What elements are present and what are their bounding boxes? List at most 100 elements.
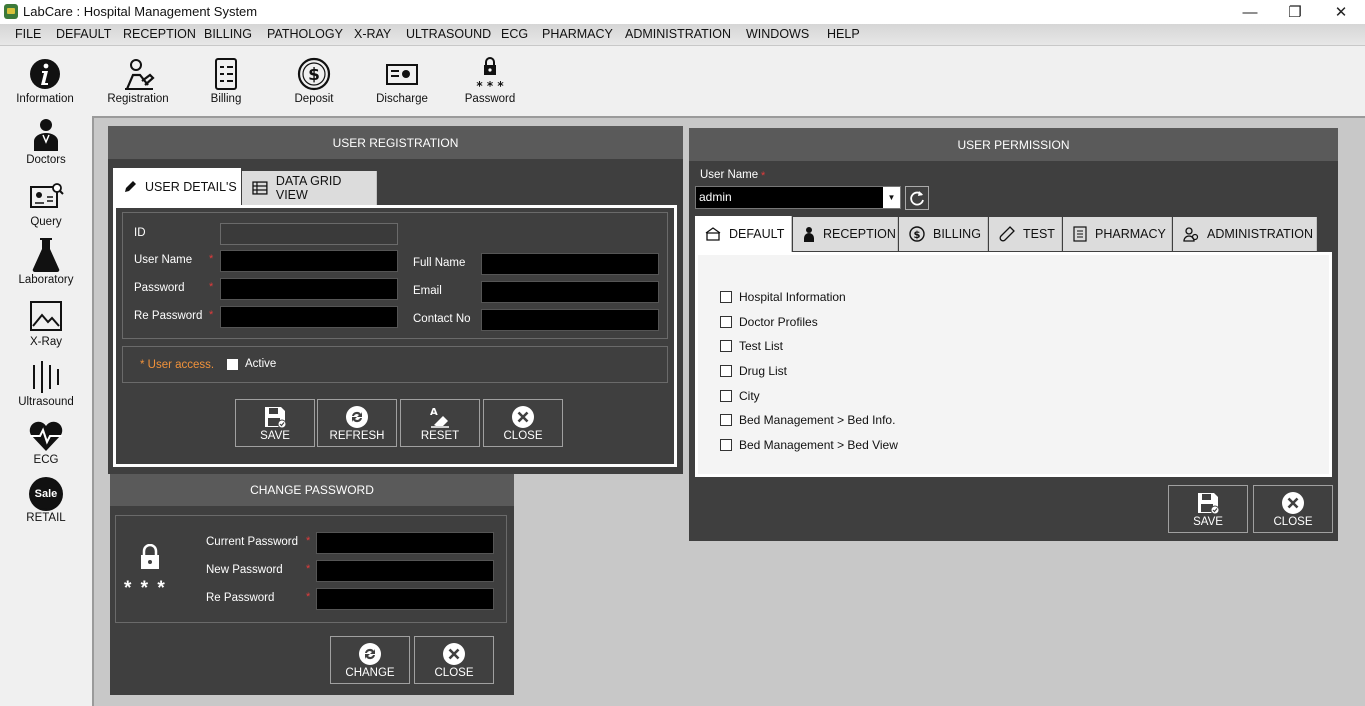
close-button[interactable]: CLOSE [483,399,563,447]
home-icon [705,227,721,241]
password-field[interactable] [220,278,398,300]
toolbar-billing[interactable]: Billing [186,57,266,105]
re-password-confirm-field[interactable] [316,588,494,610]
pencil-icon [125,180,136,192]
tab-reception[interactable]: RECEPTION [793,217,898,251]
toolbar-discharge[interactable]: Discharge [362,57,442,105]
new-password-field[interactable] [316,560,494,582]
permission-item[interactable]: City [720,389,760,403]
menu-file[interactable]: FILE [15,27,41,41]
checkbox[interactable] [720,414,732,426]
billing-icon [215,58,237,90]
chevron-down-icon[interactable]: ▼ [883,187,900,208]
contact-no-label: Contact No [413,313,471,325]
tab-user-details[interactable]: USER DETAIL'S [113,168,241,205]
restore-button[interactable]: ❐ [1272,0,1318,24]
close-button[interactable]: CLOSE [1253,485,1333,533]
toolbar-deposit[interactable]: $ Deposit [274,57,354,105]
checkbox[interactable] [720,439,732,451]
user-details-tab-content: ID User Name * Password * Re Password * … [113,205,677,467]
menu-administration[interactable]: ADMINISTRATION [625,27,731,41]
menu-xray[interactable]: X-RAY [354,27,391,41]
menu-pharmacy[interactable]: PHARMACY [542,27,613,41]
save-button[interactable]: SAVE [1168,485,1248,533]
menu-windows[interactable]: WINDOWS [746,27,809,41]
reload-user-button[interactable] [905,186,929,210]
password-stars: * * * [124,578,167,599]
menu-default[interactable]: DEFAULT [56,27,111,41]
active-checkbox[interactable] [227,359,238,370]
user-name-field[interactable] [220,250,398,272]
app-logo-icon [4,4,18,19]
user-name-select[interactable]: admin ▼ [695,186,901,209]
permission-item[interactable]: Bed Management > Bed Info. [720,413,895,427]
tab-default[interactable]: DEFAULT [695,216,792,252]
admin-users-icon [1183,227,1199,242]
sidebar-item-ecg[interactable]: ECG [0,417,92,466]
toolbar-information[interactable]: Information [5,57,85,105]
checkbox[interactable] [720,291,732,303]
refresh-icon [346,406,368,428]
change-button[interactable]: CHANGE [330,636,410,684]
svg-text:$: $ [308,65,320,85]
permission-item[interactable]: Drug List [720,364,787,378]
change-password-panel: CHANGE PASSWORD * * * Current Password *… [110,474,514,695]
permission-item[interactable]: Hospital Information [720,290,846,304]
full-name-field[interactable] [481,253,659,275]
toolbar-registration[interactable]: Registration [98,57,178,105]
re-password-label: Re Password [206,592,275,604]
sidebar-item-doctors[interactable]: Doctors [0,117,92,166]
information-icon [30,59,60,89]
panel-title: USER PERMISSION [689,128,1338,161]
reset-button[interactable]: A RESET [400,399,480,447]
tab-data-grid-view[interactable]: DATA GRID VIEW [242,171,377,205]
checkbox[interactable] [720,340,732,352]
contact-no-field[interactable] [481,309,659,331]
query-icon [30,183,64,208]
refresh-button[interactable]: REFRESH [317,399,397,447]
xray-image-icon [30,301,62,331]
re-password-field[interactable] [220,306,398,328]
user-name-value: admin [699,190,732,204]
tab-billing[interactable]: $ BILLING [899,217,988,251]
password-lock-icon: * * * [476,57,504,91]
discharge-icon [386,64,418,85]
id-label: ID [134,227,146,239]
ultrasound-icon [33,361,59,393]
new-password-label: New Password [206,564,283,576]
id-field [220,223,398,245]
permission-item[interactable]: Bed Management > Bed View [720,438,898,452]
menu-ecg[interactable]: ECG [501,27,528,41]
current-password-field[interactable] [316,532,494,554]
save-button[interactable]: SAVE [235,399,315,447]
menu-help[interactable]: HELP [827,27,860,41]
svg-text:* * *: * * * [476,79,504,91]
tab-test[interactable]: TEST [989,217,1062,251]
sidebar-item-retail[interactable]: Sale RETAIL [0,477,92,524]
close-window-button[interactable]: ✕ [1318,0,1364,24]
sidebar-item-laboratory[interactable]: Laboratory [0,237,92,286]
sidebar-item-ultrasound[interactable]: Ultrasound [0,359,92,408]
sidebar-item-xray[interactable]: X-Ray [0,299,92,348]
permission-item[interactable]: Test List [720,339,783,353]
tab-pharmacy[interactable]: PHARMACY [1063,217,1172,251]
menu-ultrasound[interactable]: ULTRASOUND [406,27,491,41]
permission-item[interactable]: Doctor Profiles [720,315,818,329]
checkbox[interactable] [720,390,732,402]
tab-administration[interactable]: ADMINISTRATION [1173,217,1317,251]
email-field[interactable] [481,281,659,303]
checkbox[interactable] [720,365,732,377]
minimize-button[interactable]: — [1227,0,1273,24]
menu-billing[interactable]: BILLING [204,27,252,41]
dollar-icon: $ [297,57,331,91]
svg-text:$: $ [914,230,921,241]
checkbox[interactable] [720,316,732,328]
menu-reception[interactable]: RECEPTION [123,27,196,41]
close-button[interactable]: CLOSE [414,636,494,684]
sidebar-item-query[interactable]: Query [0,179,92,228]
menu-bar: FILE DEFAULT RECEPTION BILLING PATHOLOGY… [0,24,1365,46]
toolbar-password[interactable]: * * * Password [450,57,530,105]
eraser-icon: A [430,407,449,428]
user-name-label: User Name [700,169,759,181]
menu-pathology[interactable]: PATHOLOGY [267,27,343,41]
